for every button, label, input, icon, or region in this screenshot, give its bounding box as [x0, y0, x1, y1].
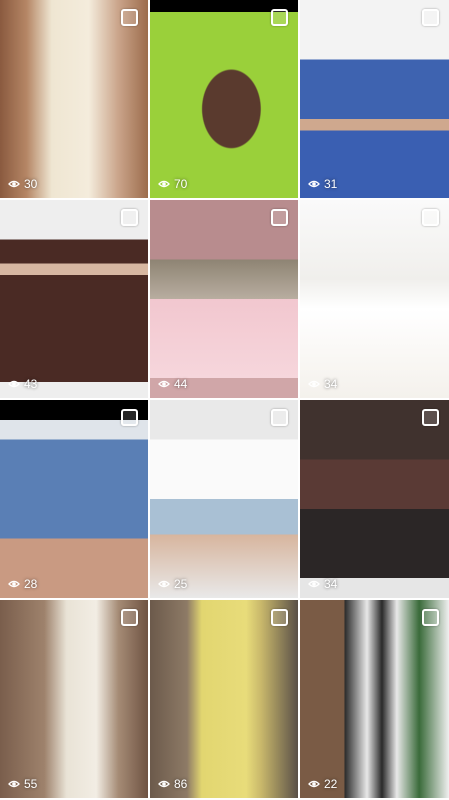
select-checkbox-icon[interactable] [271, 209, 288, 226]
post-grid: 30 70 31 43 44 34 28 25 34 55 86 22 [0, 0, 449, 800]
post-thumbnail [0, 200, 148, 398]
view-count-value: 55 [24, 777, 38, 791]
eye-icon [158, 178, 170, 190]
eye-icon [158, 578, 170, 590]
view-count: 25 [158, 577, 187, 591]
view-count: 22 [308, 777, 337, 791]
select-checkbox-icon[interactable] [422, 209, 439, 226]
select-checkbox-icon[interactable] [121, 609, 138, 626]
eye-icon [308, 378, 320, 390]
select-checkbox-icon[interactable] [271, 9, 288, 26]
view-count: 28 [8, 577, 37, 591]
select-checkbox-icon[interactable] [121, 409, 138, 426]
post-tile-12[interactable]: 22 [300, 600, 449, 798]
eye-icon [308, 578, 320, 590]
select-checkbox-icon[interactable] [121, 209, 138, 226]
select-checkbox-icon[interactable] [121, 9, 138, 26]
post-tile-10[interactable]: 55 [0, 600, 148, 798]
select-checkbox-icon[interactable] [422, 409, 439, 426]
post-thumbnail [0, 600, 148, 798]
view-count-value: 31 [324, 177, 338, 191]
post-tile-1[interactable]: 30 [0, 0, 148, 198]
view-count: 31 [308, 177, 337, 191]
view-count-value: 34 [324, 577, 338, 591]
view-count: 55 [8, 777, 37, 791]
post-tile-9[interactable]: 34 [300, 400, 449, 598]
post-thumbnail [150, 200, 298, 398]
post-thumbnail [150, 600, 298, 798]
post-thumbnail [300, 400, 449, 598]
select-checkbox-icon[interactable] [422, 609, 439, 626]
select-checkbox-icon[interactable] [271, 409, 288, 426]
eye-icon [308, 778, 320, 790]
post-thumbnail [0, 0, 148, 198]
eye-icon [8, 778, 20, 790]
view-count-value: 22 [324, 777, 338, 791]
select-checkbox-icon[interactable] [422, 9, 439, 26]
post-thumbnail [150, 400, 298, 598]
post-tile-8[interactable]: 25 [150, 400, 298, 598]
post-tile-5[interactable]: 44 [150, 200, 298, 398]
post-thumbnail [300, 0, 449, 198]
eye-icon [308, 178, 320, 190]
eye-icon [8, 578, 20, 590]
view-count: 86 [158, 777, 187, 791]
view-count-value: 25 [174, 577, 188, 591]
view-count: 43 [8, 377, 37, 391]
eye-icon [158, 778, 170, 790]
view-count-value: 28 [24, 577, 38, 591]
view-count-value: 70 [174, 177, 188, 191]
view-count: 34 [308, 377, 337, 391]
view-count-value: 43 [24, 377, 38, 391]
view-count: 30 [8, 177, 37, 191]
select-checkbox-icon[interactable] [271, 609, 288, 626]
view-count: 44 [158, 377, 187, 391]
view-count-value: 30 [24, 177, 38, 191]
view-count-value: 86 [174, 777, 188, 791]
eye-icon [158, 378, 170, 390]
view-count: 34 [308, 577, 337, 591]
post-tile-6[interactable]: 34 [300, 200, 449, 398]
eye-icon [8, 378, 20, 390]
post-tile-3[interactable]: 31 [300, 0, 449, 198]
post-tile-2[interactable]: 70 [150, 0, 298, 198]
post-thumbnail [300, 200, 449, 398]
post-thumbnail [300, 600, 449, 798]
eye-icon [8, 178, 20, 190]
post-tile-7[interactable]: 28 [0, 400, 148, 598]
post-tile-4[interactable]: 43 [0, 200, 148, 398]
post-tile-11[interactable]: 86 [150, 600, 298, 798]
view-count-value: 34 [324, 377, 338, 391]
post-thumbnail [0, 400, 148, 598]
view-count: 70 [158, 177, 187, 191]
post-thumbnail [150, 0, 298, 198]
view-count-value: 44 [174, 377, 188, 391]
